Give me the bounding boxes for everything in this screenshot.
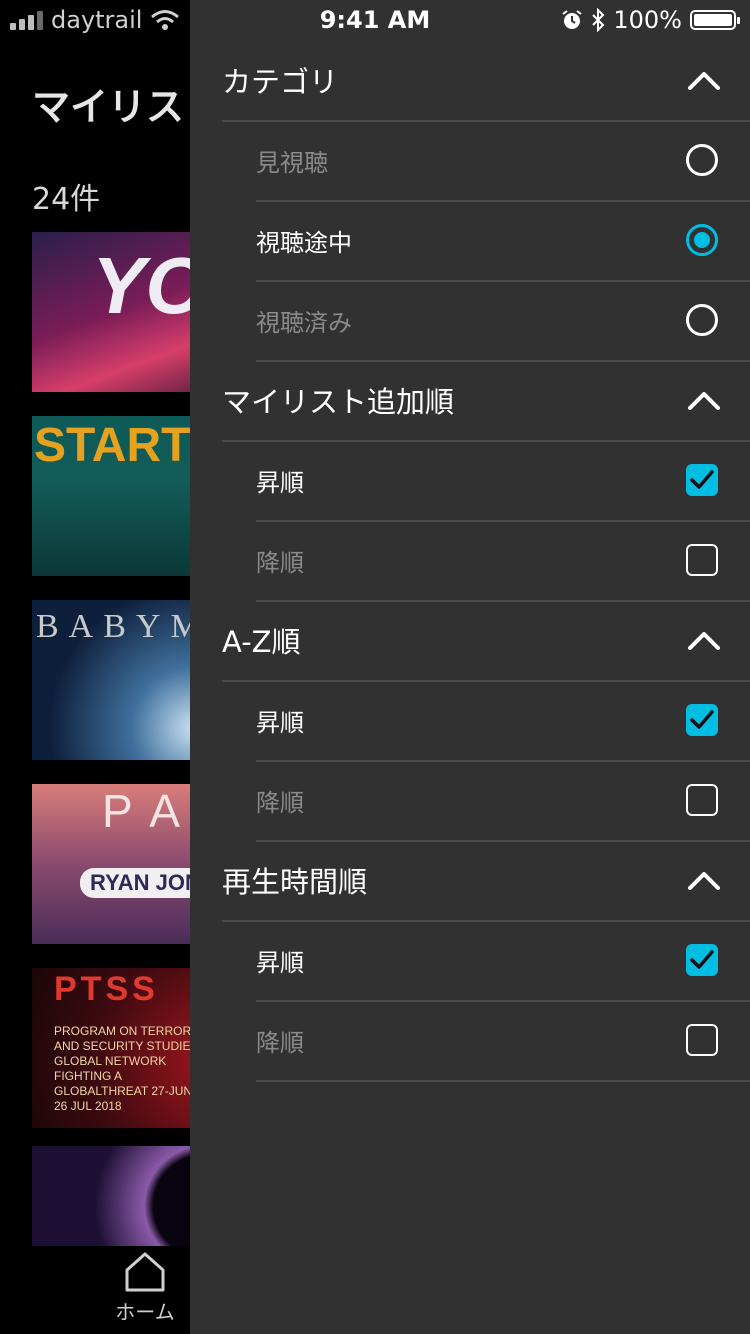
checkbox[interactable] bbox=[686, 784, 718, 816]
radio-button[interactable] bbox=[686, 144, 718, 176]
chevron-up-icon[interactable] bbox=[688, 630, 720, 650]
battery-percent: 100% bbox=[613, 6, 682, 34]
checkbox[interactable] bbox=[686, 1024, 718, 1056]
section-title: カテゴリ bbox=[222, 65, 339, 99]
battery-icon bbox=[690, 10, 740, 30]
tab-home[interactable]: ホーム bbox=[100, 1250, 190, 1325]
section-header-playtime-order[interactable]: 再生時間順 bbox=[222, 840, 750, 922]
option-row-playtime-asc[interactable]: 昇順 bbox=[256, 920, 750, 1002]
option-label: 降順 bbox=[256, 548, 304, 577]
option-label: 昇順 bbox=[256, 468, 304, 497]
section-header-mylist-order[interactable]: マイリスト追加順 bbox=[222, 360, 750, 442]
section-header-category[interactable]: カテゴリ bbox=[222, 40, 750, 122]
option-row-mylist-asc[interactable]: 昇順 bbox=[256, 440, 750, 522]
check-icon bbox=[690, 710, 714, 729]
chevron-up-icon[interactable] bbox=[688, 70, 720, 90]
option-row-mylist-desc[interactable]: 降順 bbox=[256, 520, 750, 602]
option-label: 昇順 bbox=[256, 948, 304, 977]
option-row-playtime-desc[interactable]: 降順 bbox=[256, 1000, 750, 1082]
chevron-up-icon[interactable] bbox=[688, 390, 720, 410]
option-row-az-desc[interactable]: 降順 bbox=[256, 760, 750, 842]
screen: マイリス 24件 YOU START BABYM PAI RYAN JON PT… bbox=[0, 0, 750, 1334]
check-icon bbox=[690, 470, 714, 489]
checkbox[interactable] bbox=[686, 544, 718, 576]
option-label: 降順 bbox=[256, 788, 304, 817]
section-header-az-order[interactable]: A-Z順 bbox=[222, 600, 750, 682]
option-label: 見視聴 bbox=[256, 148, 328, 177]
radio-button[interactable] bbox=[686, 304, 718, 336]
page-title: マイリス bbox=[32, 85, 185, 129]
bluetooth-icon bbox=[592, 8, 605, 32]
alarm-icon bbox=[562, 10, 582, 29]
filter-drawer: カテゴリ 見視聴 視聴途中 視聴済み マイリスト追加順 昇順 降順 A-Z順 昇… bbox=[190, 0, 750, 1334]
option-row-watching[interactable]: 視聴途中 bbox=[256, 200, 750, 282]
option-row-unwatched[interactable]: 見視聴 bbox=[256, 120, 750, 202]
option-row-watched[interactable]: 視聴済み bbox=[256, 280, 750, 362]
section-title: マイリスト追加順 bbox=[222, 385, 455, 419]
checkbox-checked[interactable] bbox=[686, 944, 718, 976]
check-icon bbox=[690, 950, 714, 969]
thumbnail-text: BABYM bbox=[36, 608, 211, 645]
item-count: 24件 bbox=[32, 182, 101, 217]
checkbox-checked[interactable] bbox=[686, 464, 718, 496]
thumbnail-text: START bbox=[34, 419, 191, 472]
option-label: 降順 bbox=[256, 1028, 304, 1057]
thumbnail-text: PTSS bbox=[54, 970, 159, 1008]
status-right: 100% bbox=[561, 6, 740, 34]
option-label: 視聴途中 bbox=[256, 228, 352, 257]
radio-button-selected[interactable] bbox=[686, 224, 718, 256]
option-label: 視聴済み bbox=[256, 308, 352, 337]
section-title: 再生時間順 bbox=[222, 865, 368, 899]
home-icon bbox=[125, 1252, 165, 1292]
tab-home-label: ホーム bbox=[115, 1300, 175, 1324]
status-bar: daytrail 9:41 AM 100% bbox=[0, 0, 750, 40]
section-title: A-Z順 bbox=[222, 625, 301, 659]
option-label: 昇順 bbox=[256, 708, 304, 737]
chevron-up-icon[interactable] bbox=[688, 870, 720, 890]
checkbox-checked[interactable] bbox=[686, 704, 718, 736]
option-row-az-asc[interactable]: 昇順 bbox=[256, 680, 750, 762]
